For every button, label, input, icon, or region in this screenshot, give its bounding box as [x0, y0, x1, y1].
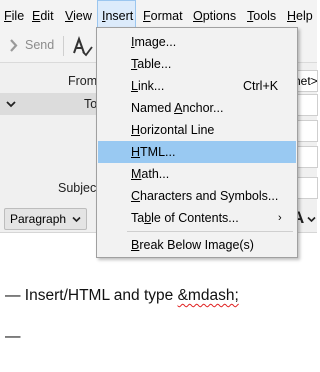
menu-item-link[interactable]: Link... Ctrl+K [98, 75, 296, 97]
misspelled-word: &mdash; [177, 287, 239, 304]
menu-options[interactable]: Options [193, 0, 236, 29]
send-button[interactable]: Send [4, 33, 58, 58]
menu-file[interactable]: File [4, 0, 24, 29]
insert-menu: Image... Table... Link... Ctrl+K Named A… [96, 27, 298, 258]
recipient-type-row: To [0, 93, 98, 115]
menu-format[interactable]: Format [143, 0, 183, 29]
chevron-down-icon[interactable] [307, 216, 316, 223]
menu-item-break-below-images[interactable]: Break Below Image(s) [98, 234, 296, 256]
em-dash-text: — [5, 328, 21, 345]
spell-check-icon [73, 36, 93, 57]
menu-edit[interactable]: Edit [32, 0, 54, 29]
subject-label: Subject [58, 181, 100, 195]
chevron-down-icon [72, 216, 81, 223]
menu-help[interactable]: Help [287, 0, 313, 29]
menu-item-named-anchor[interactable]: Named Anchor... [98, 97, 296, 119]
body-line-1[interactable]: — Insert/HTML and type &mdash; [5, 287, 239, 305]
menu-item-table[interactable]: Table... [98, 53, 296, 75]
menu-bar: File Edit View Insert Format Options Too… [0, 0, 317, 29]
menu-item-math[interactable]: Math... [98, 163, 296, 185]
menu-view[interactable]: View [65, 0, 92, 29]
menu-item-table-of-contents[interactable]: Table of Contents... › [98, 207, 296, 229]
menu-tools[interactable]: Tools [247, 0, 276, 29]
menu-item-horizontal-line[interactable]: Horizontal Line [98, 119, 296, 141]
menu-item-image[interactable]: Image... [98, 31, 296, 53]
paragraph-format-value: Paragraph [10, 212, 67, 226]
body-line-2[interactable]: — [5, 328, 21, 346]
submenu-arrow-icon: › [278, 212, 282, 224]
menu-item-html[interactable]: HTML... [98, 141, 296, 163]
paragraph-format-select[interactable]: Paragraph [4, 208, 87, 230]
toolbar-divider [63, 36, 64, 56]
menu-insert[interactable]: Insert [97, 0, 136, 29]
spell-check-button[interactable] [70, 34, 94, 58]
send-label: Send [25, 38, 55, 52]
from-label: From [68, 74, 98, 88]
shortcut-label: Ctrl+K [243, 79, 279, 93]
send-icon [10, 39, 18, 52]
menu-separator [127, 231, 293, 232]
body-text: — Insert/HTML and type [5, 287, 178, 304]
menu-item-characters-symbols[interactable]: Characters and Symbols... [98, 185, 296, 207]
chevron-down-icon[interactable] [6, 100, 16, 108]
